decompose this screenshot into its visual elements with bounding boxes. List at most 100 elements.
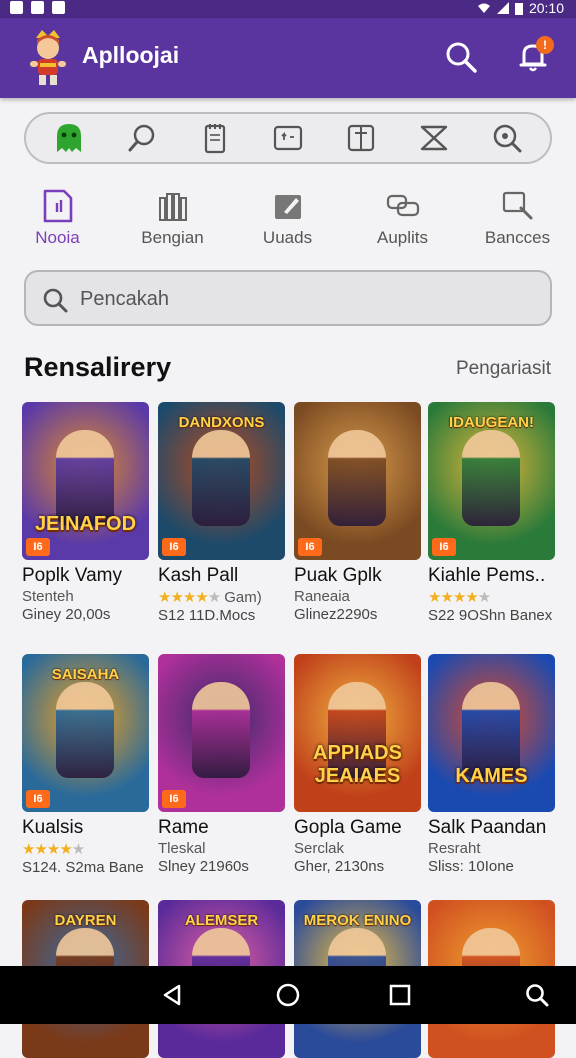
game-title[interactable]: Gopla Game [294,817,421,839]
notepad-icon[interactable] [198,121,232,155]
age-rating-badge: I6 [26,538,50,556]
age-rating-badge: I6 [162,538,186,556]
section-title: Rensalirery [24,352,172,382]
game-character-art [56,682,114,778]
game-character-art [328,430,386,526]
game-developer: Serclak [294,840,345,857]
tab-label: Bengian [141,228,204,247]
game-card[interactable]: IDAUGEAN! I6 Kiahle Pems.. ★★★★★ S22 9OShn B… [428,402,555,624]
game-developer: Tleskal [158,840,206,857]
notification-button[interactable]: ! [516,36,554,74]
tab-uuads[interactable]: Uuads [230,186,345,256]
game-card[interactable]: I6 Rame Tleskal Slney 21960s [158,654,285,875]
game-title[interactable]: Puak Gplk [294,565,421,587]
share-icon[interactable] [271,121,305,155]
pencil-icon [274,195,301,219]
tab-label: Uuads [262,228,313,247]
search-bar[interactable] [24,270,552,326]
game-character-art [462,682,520,778]
game-title[interactable]: Salk Paandan [428,817,555,839]
game-price: Slney 21960s [158,858,249,875]
tab-auplits[interactable]: Auplits [345,186,460,256]
back-icon[interactable] [157,980,187,1010]
frame-icon[interactable] [344,121,378,155]
recents-icon[interactable] [385,980,415,1010]
cross-icon[interactable] [417,121,451,155]
quick-toolbar [24,112,552,164]
books-icon [158,193,187,221]
game-card[interactable]: JEINAFOD I6 Poplk Vamy Stenteh Giney 20,00s [22,402,149,623]
notification-badge: ! [536,36,554,54]
search-icon[interactable] [444,40,478,74]
game-thumbnail[interactable]: KAMES [428,654,555,812]
tab-nooia[interactable]: Nooia [0,186,115,256]
game-character-art [192,430,250,526]
app-logo-icon[interactable] [26,28,70,86]
game-thumbnail[interactable]: I6 [294,402,421,560]
wifi-icon [477,3,490,13]
game-title[interactable]: Poplk Vamy [22,565,149,587]
game-card[interactable]: SAISAHA I6 Kualsis ★★★★★ S124. S2ma Bane [22,654,149,876]
game-subtitle-row: Resraht [428,840,555,857]
game-card[interactable]: KAMES Salk Paandan Resraht Sliss: 10Ione [428,654,555,875]
game-price: Sliss: 10Ione [428,858,514,875]
status-bar: 20:10 [0,0,576,18]
game-art-title: MEROK ENINO [303,912,412,929]
game-subtitle-row: Serclak [294,840,421,857]
tab-label: Auplits [376,228,429,247]
game-subtitle-row: Tleskal [158,840,285,857]
game-thumbnail[interactable]: I6 [158,654,285,812]
ghost-icon[interactable] [52,121,86,155]
star-rating: ★★★★★ [428,589,491,606]
age-rating-badge: I6 [432,538,456,556]
game-subtitle-row: ★★★★★ Gam) [158,588,285,606]
game-character-art [462,430,520,526]
game-title[interactable]: Kiahle Pems.. [428,565,555,587]
search-circle-icon[interactable] [490,121,524,155]
game-developer: Stenteh [22,588,74,605]
tab-bengian[interactable]: Bengian [115,186,230,256]
home-icon[interactable] [273,980,303,1010]
age-rating-badge: I6 [26,790,50,808]
game-thumbnail[interactable]: JEINAFOD I6 [22,402,149,560]
age-rating-badge: I6 [162,790,186,808]
star-rating: ★★★★★ [22,841,85,858]
game-subtitle-row: ★★★★★ [22,840,149,858]
search-icon[interactable] [522,980,552,1010]
link-icon [386,194,419,217]
signal-icon [496,2,509,14]
game-thumbnail[interactable]: SAISAHA I6 [22,654,149,812]
game-thumbnail[interactable]: IDAUGEAN! I6 [428,402,555,560]
game-card[interactable]: APPIADS JEAIAES Gopla Game Serclak Gher, 21… [294,654,421,875]
game-price: Glinez2290s [294,606,378,623]
age-rating-badge: I6 [298,538,322,556]
document-icon [43,189,72,223]
game-card[interactable]: I6 Puak Gplk Raneaia Glinez2290s [294,402,421,623]
battery-icon [514,2,523,15]
game-subtitle-row: ★★★★★ [428,588,555,606]
game-thumbnail[interactable]: APPIADS JEAIAES [294,654,421,812]
game-price: S12 11D.Mocs [158,607,256,624]
game-title[interactable]: Kash Pall [158,565,285,587]
tab-bancces[interactable]: Bancces [460,186,575,256]
game-title[interactable]: Rame [158,817,285,839]
star-rating: ★★★★★ [158,589,221,606]
game-character-art [192,682,250,778]
box-icon [31,1,44,14]
section-see-all-link[interactable]: Pengariasit [456,358,551,380]
search-input[interactable] [78,282,522,316]
app-title: Aplloojai [82,42,180,68]
game-developer: Raneaia [294,588,350,605]
game-price: Giney 20,00s [22,606,111,623]
square-icon [52,1,65,14]
game-subtitle-row: Stenteh [22,588,149,605]
tab-label: Bancces [484,228,551,247]
game-price: S22 9OShn Banex [428,607,553,624]
game-title[interactable]: Kualsis [22,817,149,839]
search-icon[interactable] [125,121,159,155]
game-art-title: SAISAHA [51,666,120,683]
game-art-title: IDAUGEAN! [449,414,534,431]
game-thumbnail[interactable]: DANDXONS I6 [158,402,285,560]
app-bar: Aplloojai ! [0,18,576,98]
game-card[interactable]: DANDXONS I6 Kash Pall ★★★★★ Gam) S12 11D.Mocs [158,402,285,624]
